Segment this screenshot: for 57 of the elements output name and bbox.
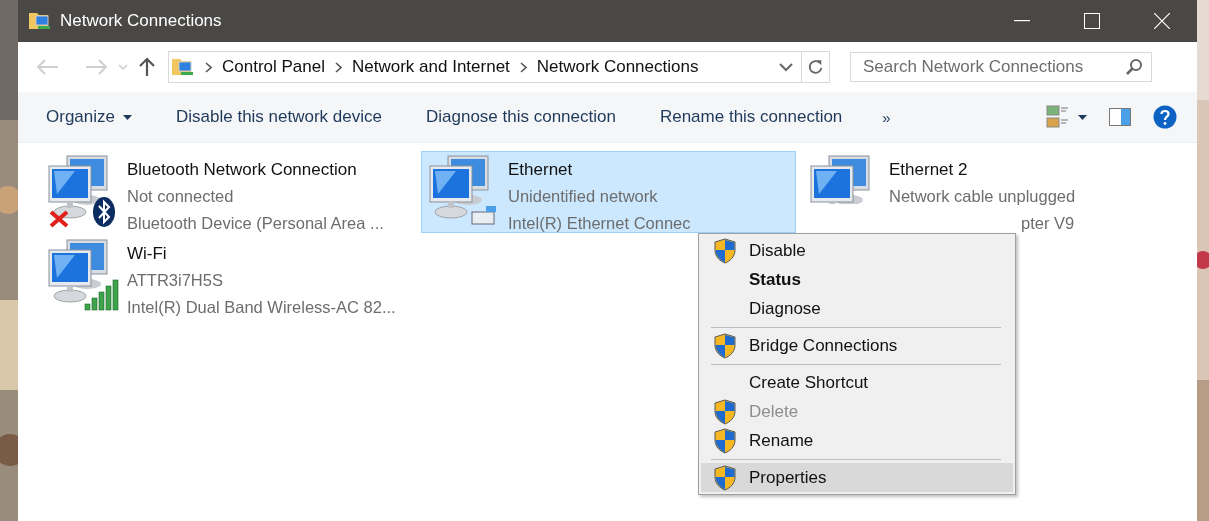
caret-icon	[1078, 114, 1087, 120]
menu-item[interactable]: Rename	[701, 426, 1013, 455]
help-button[interactable]	[1153, 105, 1177, 129]
shield-icon	[714, 398, 736, 425]
connection-device: Intel(R) Dual Band Wireless-AC 82...	[127, 297, 396, 318]
close-icon	[1154, 13, 1170, 29]
connection-item[interactable]: Ethernet Unidentified network Intel(R) Ethernet Connec	[421, 151, 796, 233]
network-folder-icon	[28, 10, 52, 32]
menu-item[interactable]: Diagnose	[701, 294, 1013, 323]
address-bar[interactable]: Control Panel Network and Internet Network Connections	[168, 51, 830, 83]
search-field[interactable]: Search Network Connections	[850, 52, 1152, 82]
connection-item[interactable]: Wi-Fi ATTR3i7H5S Intel(R) Dual Band Wireless-AC 82...	[40, 235, 415, 317]
refresh-icon	[808, 58, 823, 76]
connection-status: ATTR3i7H5S	[127, 270, 223, 291]
network-folder-icon	[171, 56, 195, 78]
shield-icon	[714, 237, 736, 264]
shield-icon	[714, 332, 736, 359]
organize-menu[interactable]: Organize	[36, 101, 142, 133]
chevron-right-icon	[519, 61, 527, 73]
view-options-button[interactable]	[1046, 105, 1087, 129]
chevron-down-icon[interactable]	[779, 62, 793, 72]
minimize-icon	[1014, 20, 1030, 22]
search-icon	[1125, 58, 1143, 76]
shield-icon	[714, 464, 736, 491]
breadcrumb[interactable]: Network Connections	[536, 57, 699, 77]
breadcrumb[interactable]: Network and Internet	[352, 57, 510, 77]
preview-pane-button[interactable]	[1109, 108, 1131, 126]
menu-item[interactable]: Properties	[701, 463, 1013, 492]
chevron-right-icon	[335, 61, 342, 73]
more-commands-button[interactable]: »	[876, 104, 897, 130]
window-title: Network Connections	[60, 11, 223, 31]
menu-item[interactable]: Disable	[701, 236, 1013, 265]
menu-item[interactable]: Create Shortcut	[701, 368, 1013, 397]
chevron-right-icon	[205, 61, 212, 73]
maximize-icon	[1084, 13, 1100, 29]
connection-name: Bluetooth Network Connection	[127, 159, 358, 181]
connection-item[interactable]: Ethernet 2 Network cable unplugged pter V9	[802, 151, 1177, 233]
connection-device: Intel(R) Ethernet Connec	[508, 213, 691, 234]
breadcrumb[interactable]: Control Panel	[222, 57, 325, 77]
toolbar-command[interactable]: Rename this connection	[649, 101, 853, 133]
connection-device: pter V9	[1021, 213, 1075, 234]
view-icon	[1046, 105, 1070, 129]
caret-icon	[123, 114, 132, 120]
menu-item[interactable]: Status	[701, 265, 1013, 294]
search-input[interactable]: Search Network Connections	[861, 56, 1125, 78]
connection-name: Wi-Fi	[127, 243, 168, 265]
toolbar-command[interactable]: Diagnose this connection	[415, 101, 626, 133]
connection-status: Not connected	[127, 186, 234, 207]
menu-item[interactable]: Bridge Connections	[701, 331, 1013, 360]
connection-item[interactable]: Bluetooth Network Connection Not connected Bluetooth Device (Personal Area ...	[40, 151, 415, 233]
connection-device: Bluetooth Device (Personal Area ...	[127, 213, 384, 234]
connection-status: Unidentified network	[508, 186, 658, 207]
shield-icon	[714, 427, 736, 454]
connection-name: Ethernet	[508, 159, 574, 181]
connection-name: Ethernet 2	[889, 159, 969, 181]
toolbar-command[interactable]: Disable this network device	[166, 101, 392, 133]
connection-status: Network cable unplugged	[889, 186, 1076, 207]
